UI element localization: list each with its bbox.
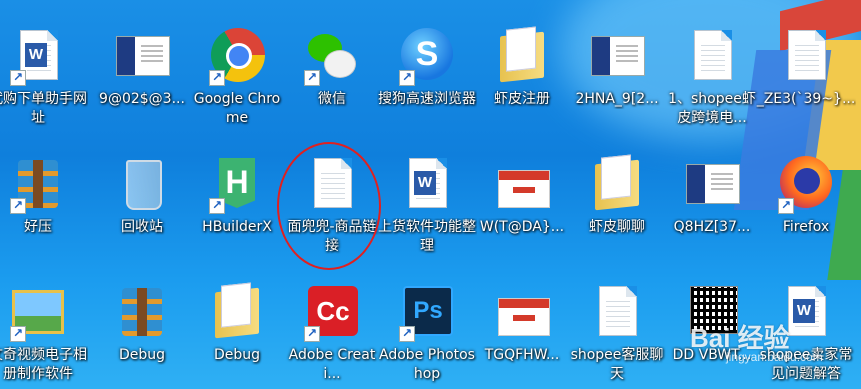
desktop-icon-14[interactable]: W(T@DA}... [476,154,568,237]
desktop-icon-label: Firefox [782,219,830,235]
adobe-creative-cloud-icon: Cc ↗ [302,282,362,342]
desktop-icon-22[interactable]: Ps ↗ Adobe Photoshop [379,282,475,384]
desktop-icon-6[interactable]: 2HNA_9[2... [571,26,663,109]
desktop-icon-11[interactable]: H ↗ HBuilderX [191,154,283,237]
webpage-screenshot-icon [492,154,552,214]
hbuilderx-icon: H ↗ [207,154,267,214]
folder-icon [587,154,647,214]
desktop-icon-5[interactable]: 虾皮注册 [476,26,568,109]
folder-icon [207,282,267,342]
desktop-icon-17[interactable]: ↗ Firefox [760,154,852,237]
desktop-icon-0[interactable]: W↗ 代购下单助手网址 [0,26,87,128]
desktop-icon-label: Adobe Creati... [288,347,376,382]
desktop-icon-13[interactable]: W 上货软件功能整理 [378,154,476,256]
installer-screenshot-icon [112,26,172,86]
sogou-browser-icon: S ↗ [397,26,457,86]
desktop-icon-label: 搜狗高速浏览器 [378,91,476,107]
word-document-icon: W [397,154,457,214]
annotation-ellipse [277,142,381,270]
installer-screenshot-icon [587,26,647,86]
desktop-icon-18[interactable]: ↗ 文奇视频电子相册制作软件 [0,282,87,384]
desktop-icon-20[interactable]: Debug [191,282,283,365]
text-document-icon [682,26,742,86]
desktop-icon-3[interactable]: ↗ 微信 [286,26,378,109]
desktop-icon-label: Adobe Photoshop [379,347,475,382]
firefox-icon: ↗ [776,154,836,214]
desktop-icon-label: 代购下单助手网址 [0,91,87,126]
desktop-icon-4[interactable]: S ↗ 搜狗高速浏览器 [378,26,476,109]
desktop-icon-15[interactable]: 虾皮聊聊 [571,154,663,237]
wechat-icon: ↗ [302,26,362,86]
desktop-icon-label: 上货软件功能整理 [378,219,476,254]
picture-icon: ↗ [8,282,68,342]
desktop-icon-10[interactable]: 回收站 [96,154,188,237]
desktop-icon-label: 1、shopee虾皮跨境电... [668,91,756,126]
desktop-icon-label: W(T@DA}... [479,219,565,235]
desktop-icon-2[interactable]: ↗ Google Chrome [191,26,283,128]
desktop-icon-label: Debug [118,347,166,363]
desktop-icon-label: 虾皮聊聊 [589,219,645,235]
webpage-screenshot-icon [492,282,552,342]
desktop-icon-label: 文奇视频电子相册制作软件 [0,347,87,382]
desktop-icon-1[interactable]: 9@02$@3... [96,26,188,109]
photoshop-icon: Ps ↗ [397,282,457,342]
desktop-icon-8[interactable]: _ZE3(`39~}... [757,26,855,109]
watermark-subtext: jingyan.baidu.com [726,350,823,364]
archive-icon: ↗ [8,154,68,214]
desktop: W↗ 代购下单助手网址 9@02$@3... ↗ Google Chrome ↗… [0,0,861,389]
desktop-icon-9[interactable]: ↗ 好压 [0,154,84,237]
desktop-icon-19[interactable]: Debug [96,282,188,365]
archive-icon [112,282,172,342]
desktop-icon-16[interactable]: Q8HZ[37... [666,154,758,237]
word-document-icon: W ↗ [8,26,68,86]
desktop-icon-24[interactable]: shopee客服聊天 [571,282,663,384]
desktop-icon-label: 回收站 [121,219,163,235]
desktop-icon-23[interactable]: TGQFHW... [476,282,568,365]
desktop-icon-label: Google Chrome [193,91,281,126]
chrome-icon: ↗ [207,26,267,86]
desktop-icon-label: 好压 [24,219,52,235]
desktop-icon-label: shopee客服聊天 [570,347,664,382]
desktop-icon-label: HBuilderX [202,219,272,235]
desktop-icon-label: 9@02$@3... [99,91,185,107]
folder-icon [492,26,552,86]
desktop-icon-label: Debug [213,347,261,363]
text-document-icon [587,282,647,342]
desktop-icon-7[interactable]: 1、shopee虾皮跨境电... [666,26,758,128]
recycle-bin-icon [112,154,172,214]
desktop-icon-label: _ZE3(`39~}... [756,91,856,107]
text-document-icon [776,26,836,86]
desktop-icon-label: Q8HZ[37... [673,219,751,235]
desktop-icon-label: 虾皮注册 [494,91,550,107]
desktop-icon-label: 微信 [318,91,346,107]
desktop-icon-label: TGQFHW... [484,347,560,363]
desktop-icon-21[interactable]: Cc ↗ Adobe Creati... [286,282,378,384]
desktop-icon-label: 2HNA_9[2... [575,91,659,107]
installer-screenshot-icon [682,154,742,214]
